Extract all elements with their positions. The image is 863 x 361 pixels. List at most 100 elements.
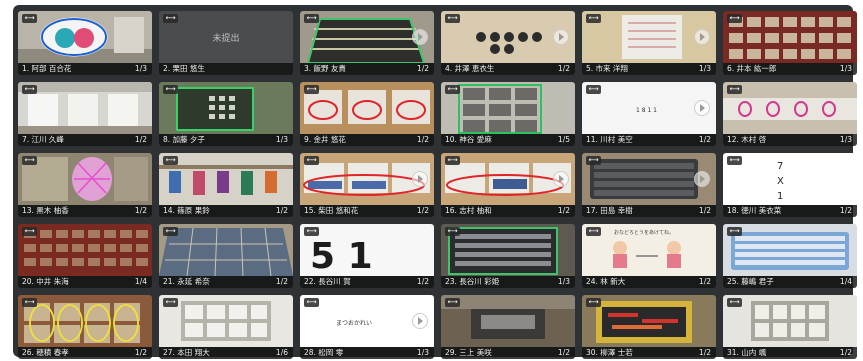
submission-tile[interactable]: ⟷ 15. 柴田 悠和花 1/2 [300,153,434,217]
submission-tile[interactable]: ⟷ 12. 木村 啓 1/3 [723,82,857,146]
page-count: 1/2 [698,277,711,286]
tile-caption: 28. 松岡 零 1/3 [300,347,434,359]
rotate-icon[interactable]: ⟷ [163,85,178,94]
rotate-icon[interactable]: ⟷ [304,85,319,94]
photo-thumbnail [18,153,152,205]
student-name: 15. 柴田 悠和花 [304,206,359,215]
play-icon[interactable] [553,29,569,45]
submission-tile[interactable]: おなどろとうをあけてね。 ⟷ 24. 林 新大 1/2 [582,224,716,288]
page-count: 1/3 [416,348,429,357]
submission-tile[interactable]: ⟷ 30. 柳澤 士若 1/2 [582,295,716,359]
rotate-icon[interactable]: ⟷ [163,298,178,307]
rotate-icon[interactable]: ⟷ [163,156,178,165]
submission-tile[interactable]: 1 8 1 1 ⟷ 11. 川村 美空 1/2 [582,82,716,146]
svg-text:1: 1 [777,191,783,202]
page-count: 1/2 [698,135,711,144]
photo-thumbnail [159,295,293,347]
submission-tile[interactable]: ⟷ 14. 篠原 果鈴 1/2 [159,153,293,217]
page-count: 1/2 [416,135,429,144]
submission-tile[interactable]: ⟷ 29. 三上 美咲 1/2 [441,295,575,359]
rotate-icon[interactable]: ⟷ [22,14,37,23]
rotate-icon[interactable]: ⟷ [22,156,37,165]
rotate-icon[interactable]: ⟷ [22,298,37,307]
play-icon[interactable] [412,313,428,329]
rotate-icon[interactable]: ⟷ [304,298,319,307]
student-name: 5. 市来 洋翔 [586,64,628,73]
rotate-icon[interactable]: ⟷ [445,227,460,236]
rotate-icon[interactable]: ⟷ [727,298,742,307]
play-icon[interactable] [412,29,428,45]
rotate-icon[interactable]: ⟷ [304,14,319,23]
submission-tile[interactable]: ⟷ 13. 黒木 柚香 1/2 [18,153,152,217]
photo-thumbnail [18,224,152,276]
rotate-icon[interactable]: ⟷ [304,227,319,236]
submission-tile[interactable]: ⟷ 17. 田島 幸樹 1/2 [582,153,716,217]
submission-tile[interactable]: 未提出 ⟷ 2. 栗田 悠生 [159,11,293,75]
submission-tile[interactable]: ⟷ 25. 藤嶋 君子 1/4 [723,224,857,288]
submission-tile[interactable]: ⟷ 16. 志村 柚和 1/2 [441,153,575,217]
student-name: 29. 三上 美咲 [445,348,492,357]
play-icon[interactable] [694,171,710,187]
page-count: 1/3 [275,135,288,144]
submission-tile[interactable]: ⟷ 23. 長谷川 彩姫 1/3 [441,224,575,288]
submission-tile[interactable]: ⟷ 10. 神谷 愛麻 1/5 [441,82,575,146]
submission-tile[interactable]: ⟷ 5. 市来 洋翔 1/3 [582,11,716,75]
tile-caption: 23. 長谷川 彩姫 1/3 [441,276,575,288]
tile-caption: 15. 柴田 悠和花 1/2 [300,205,434,217]
page-count: 1/3 [839,64,852,73]
svg-text:X: X [777,176,784,187]
rotate-icon[interactable]: ⟷ [586,14,601,23]
submission-tile[interactable]: まつおかれい ⟷ 28. 松岡 零 1/3 [300,295,434,359]
submission-tile[interactable]: ⟷ 20. 中井 朱海 1/4 [18,224,152,288]
photo-thumbnail [582,295,716,347]
student-name: 18. 徳川 美衣菜 [727,206,782,215]
rotate-icon[interactable]: ⟷ [727,85,742,94]
submission-tile[interactable]: 7 X 1 ⟷ 18. 徳川 美衣菜 1/2 [723,153,857,217]
page-count: 1/2 [416,64,429,73]
rotate-icon[interactable]: ⟷ [727,156,742,165]
rotate-icon[interactable]: ⟷ [445,14,460,23]
submission-tile[interactable]: ⟷ 3. 飯野 友貴 1/2 [300,11,434,75]
submission-tile[interactable]: ⟷ 6. 井本 紘一郎 1/3 [723,11,857,75]
play-icon[interactable] [412,171,428,187]
submission-tile[interactable]: 5 1 ⟷ 22. 長谷川 賀 1/2 [300,224,434,288]
tile-caption: 31. 山内 颯 1/2 [723,347,857,359]
rotate-icon[interactable]: ⟷ [445,156,460,165]
submission-tile[interactable]: ⟷ 4. 井澤 恵衣生 1/2 [441,11,575,75]
rotate-icon[interactable]: ⟷ [586,227,601,236]
submission-tile[interactable]: ⟷ 7. 江川 久峰 1/2 [18,82,152,146]
rotate-icon[interactable]: ⟷ [163,14,178,23]
rotate-icon[interactable]: ⟷ [586,85,601,94]
student-name: 24. 林 新大 [586,277,626,286]
rotate-icon[interactable]: ⟷ [727,227,742,236]
submission-tile[interactable]: ⟷ 31. 山内 颯 1/2 [723,295,857,359]
tile-caption: 11. 川村 美空 1/2 [582,134,716,146]
student-name: 6. 井本 紘一郎 [727,64,777,73]
submission-tile[interactable]: ⟷ 26. 穂積 春孝 1/2 [18,295,152,359]
rotate-icon[interactable]: ⟷ [445,298,460,307]
play-icon[interactable] [553,171,569,187]
rotate-icon[interactable]: ⟷ [727,14,742,23]
student-name: 22. 長谷川 賀 [304,277,351,286]
rotate-icon[interactable]: ⟷ [304,156,319,165]
rotate-icon[interactable]: ⟷ [163,227,178,236]
page-count: 1/2 [275,206,288,215]
submission-tile[interactable]: ⟷ 1. 阿部 百合花 1/3 [18,11,152,75]
submission-tile[interactable]: ⟷ 8. 加藤 夕子 1/3 [159,82,293,146]
rotate-icon[interactable]: ⟷ [22,85,37,94]
rotate-icon[interactable]: ⟷ [445,85,460,94]
tile-caption: 25. 藤嶋 君子 1/4 [723,276,857,288]
photo-thumbnail [441,224,575,276]
svg-text:7: 7 [777,161,783,172]
submission-tile[interactable]: ⟷ 21. 永延 希奈 1/2 [159,224,293,288]
submission-tile[interactable]: ⟷ 27. 本田 翔大 1/6 [159,295,293,359]
submission-tile[interactable]: ⟷ 9. 金井 悠花 1/2 [300,82,434,146]
student-name: 27. 本田 翔大 [163,348,210,357]
rotate-icon[interactable]: ⟷ [22,227,37,236]
play-icon[interactable] [694,29,710,45]
page-count: 1/3 [839,135,852,144]
rotate-icon[interactable]: ⟷ [586,156,601,165]
rotate-icon[interactable]: ⟷ [586,298,601,307]
student-name: 23. 長谷川 彩姫 [445,277,500,286]
play-icon[interactable] [694,100,710,116]
